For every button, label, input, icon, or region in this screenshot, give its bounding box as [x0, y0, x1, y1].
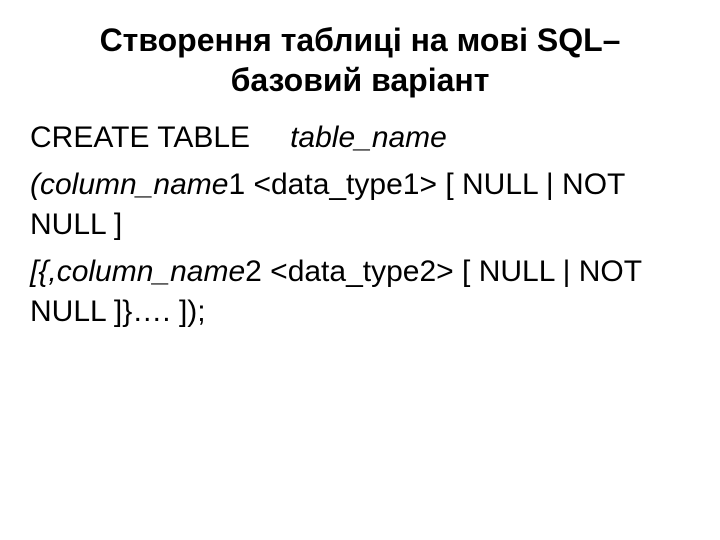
create-keyword: CREATE TABLE — [30, 121, 250, 154]
syntax-line-1: CREATE TABLE table_name — [30, 118, 690, 159]
data-type1: <data_type1> — [253, 168, 437, 201]
syntax-line-3: [{,column_name2 <data_type2> [ NULL | NO… — [30, 252, 690, 333]
column-index-1: 1 — [228, 168, 253, 201]
data-type2: <data_type2> — [270, 255, 454, 288]
table-name-placeholder: table_name — [290, 121, 447, 154]
slide-title: Створення таблиці на мові SQL– базовий в… — [30, 20, 690, 100]
column-name1-open: (column_name — [30, 168, 228, 201]
column-index-2: 2 — [245, 255, 270, 288]
column-name2-open: [{,column_name — [30, 255, 245, 288]
syntax-line-2: (column_name1 <data_type1> [ NULL | NOT … — [30, 165, 690, 246]
